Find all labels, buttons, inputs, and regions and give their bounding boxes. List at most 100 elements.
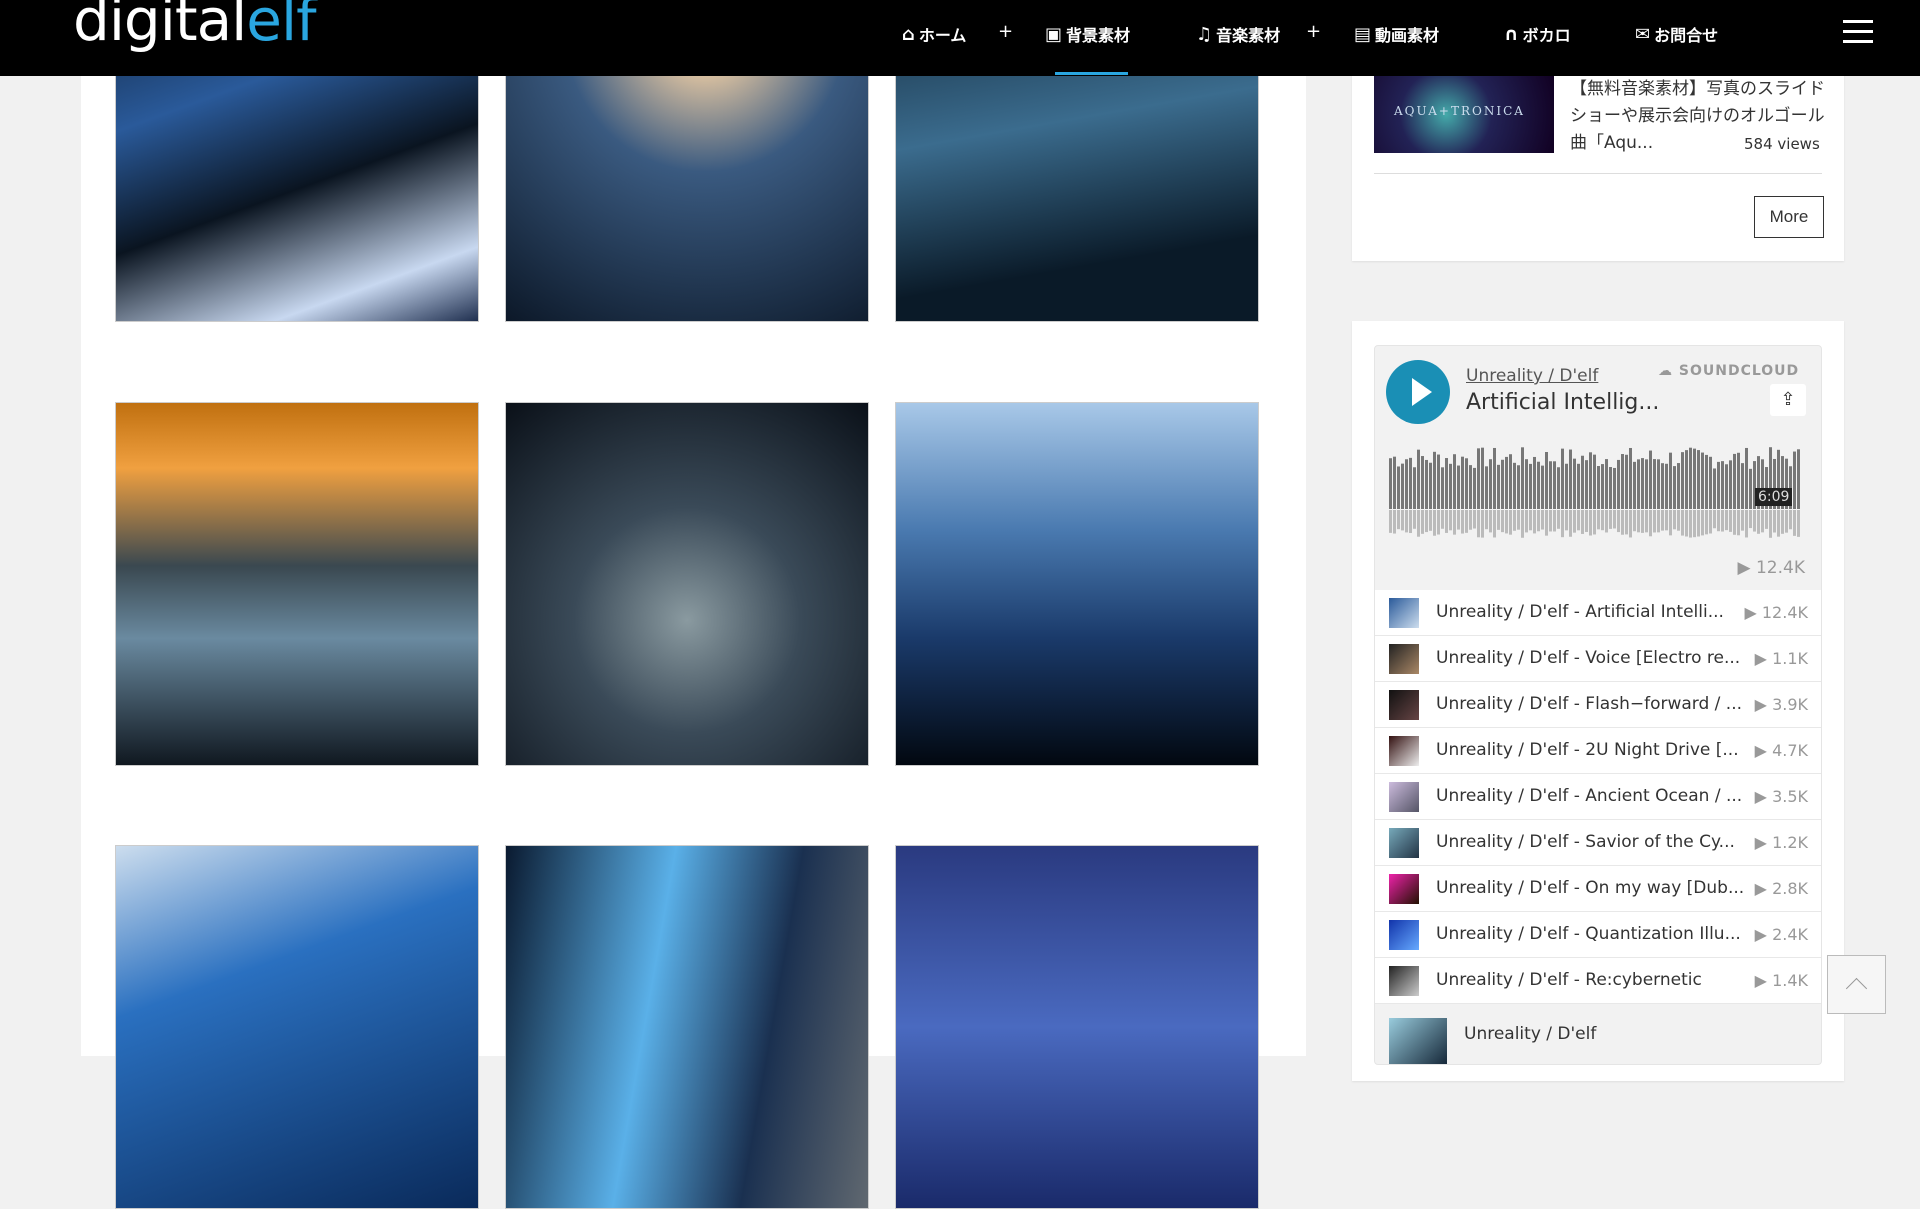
waveform-bar — [1733, 453, 1736, 509]
waveform-bar — [1473, 467, 1476, 509]
hamburger-menu-icon[interactable] — [1843, 20, 1873, 44]
play-button[interactable] — [1386, 360, 1450, 424]
waveform-bar-reflection — [1577, 510, 1580, 531]
waveform-bar-reflection — [1541, 510, 1544, 530]
waveform-bar-reflection — [1685, 510, 1688, 537]
waveform-bar — [1709, 456, 1712, 509]
waveform-bar-reflection — [1437, 510, 1440, 535]
submenu-expand-icon[interactable]: + — [998, 21, 1013, 42]
waveform-bar — [1477, 448, 1480, 509]
scroll-to-top-button[interactable] — [1827, 955, 1886, 1014]
waveform-bar — [1685, 450, 1688, 509]
waveform-bar-reflection — [1705, 510, 1708, 535]
track-row-plays: ▶ 12.4K — [1744, 603, 1808, 622]
waveform-bar-reflection — [1789, 510, 1792, 530]
nav-item-5[interactable]: ✉ お問合せ — [1635, 22, 1718, 46]
track-row[interactable]: Unreality / D'elf - Re:cybernetic ▶ 1.4K — [1375, 958, 1821, 1004]
waveform-bar — [1745, 447, 1748, 509]
waveform-bar-reflection — [1573, 510, 1576, 533]
track-list: Unreality / D'elf - Artificial Intelli..… — [1375, 590, 1821, 1004]
waveform-bar-reflection — [1677, 510, 1680, 531]
waveform-bar-reflection — [1565, 510, 1568, 531]
gallery-image[interactable] — [895, 402, 1259, 766]
gallery-image[interactable] — [505, 845, 869, 1209]
waveform-bar-reflection — [1757, 510, 1760, 534]
waveform-bar — [1489, 459, 1492, 509]
track-row[interactable]: Unreality / D'elf - 2U Night Drive [... ▶… — [1375, 728, 1821, 774]
track-title[interactable]: Artificial Intellig... — [1466, 390, 1659, 415]
waveform-bar — [1569, 449, 1572, 509]
track-row-plays: ▶ 3.5K — [1754, 787, 1808, 806]
gallery-image[interactable] — [115, 845, 479, 1209]
waveform-bar — [1657, 459, 1660, 509]
waveform-bar — [1541, 465, 1544, 509]
share-icon[interactable]: ⇪ — [1770, 384, 1806, 416]
waveform-bar-reflection — [1729, 510, 1732, 532]
nav-item-3[interactable]: ▤ 動画素材 — [1354, 22, 1439, 46]
track-row-plays: ▶ 3.9K — [1754, 695, 1808, 714]
waveform-bar-reflection — [1609, 510, 1612, 529]
waveform-bar — [1721, 461, 1724, 509]
waveform-bar — [1557, 467, 1560, 509]
waveform-bar-reflection — [1697, 510, 1700, 537]
nav-item-2[interactable]: ♫ 音楽素材 — [1196, 22, 1280, 46]
gallery-image[interactable] — [895, 845, 1259, 1209]
waveform-bar-reflection — [1421, 510, 1424, 534]
post-thumbnail[interactable]: AQUA+TRONICA — [1374, 76, 1554, 153]
waveform-bar-reflection — [1797, 510, 1800, 537]
track-row[interactable]: Unreality / D'elf - On my way [Dub... ▶ 2… — [1375, 866, 1821, 912]
waveform-bar — [1629, 447, 1632, 509]
nav-item-0[interactable]: ⌂ ホーム — [902, 22, 966, 46]
waveform-bar-reflection — [1389, 510, 1392, 533]
waveform-bar-reflection — [1617, 510, 1620, 533]
waveform-bar — [1621, 454, 1624, 509]
track-thumbnail — [1389, 598, 1419, 628]
track-row-plays: ▶ 1.4K — [1754, 971, 1808, 990]
waveform-bar-reflection — [1397, 510, 1400, 530]
waveform-bar-reflection — [1613, 510, 1616, 529]
waveform-bar — [1493, 447, 1496, 509]
waveform-bar-reflection — [1553, 510, 1556, 532]
waveform[interactable] — [1389, 441, 1805, 541]
waveform-bar — [1741, 463, 1744, 509]
artist-link[interactable]: Unreality / D'elf — [1466, 366, 1598, 386]
gallery-image[interactable] — [505, 402, 869, 766]
waveform-bar — [1689, 447, 1692, 509]
soundcloud-logo[interactable]: ☁ SOUNDCLOUD — [1658, 363, 1799, 379]
gallery-image[interactable] — [115, 402, 479, 766]
waveform-bar-reflection — [1469, 510, 1472, 530]
waveform-bar-reflection — [1493, 510, 1496, 538]
more-button[interactable]: More — [1754, 196, 1824, 238]
waveform-bar-reflection — [1641, 510, 1644, 533]
artist-avatar[interactable] — [1389, 1018, 1447, 1064]
waveform-bar-reflection — [1597, 510, 1600, 530]
content-area — [81, 0, 1306, 1209]
waveform-bar-reflection — [1429, 510, 1432, 531]
waveform-bar-reflection — [1505, 510, 1508, 534]
site-logo[interactable]: digitalelf — [73, 0, 316, 54]
track-row[interactable]: Unreality / D'elf - Flash−forward / ... ▶… — [1375, 682, 1821, 728]
track-row-plays: ▶ 1.1K — [1754, 649, 1808, 668]
cloud-icon: ☁ — [1658, 363, 1679, 379]
track-row[interactable]: Unreality / D'elf - Savior of the Cy... ▶… — [1375, 820, 1821, 866]
waveform-bar-reflection — [1473, 510, 1476, 529]
waveform-bar — [1649, 450, 1652, 509]
track-row[interactable]: Unreality / D'elf - Voice [Electro re...… — [1375, 636, 1821, 682]
nav-item-1[interactable]: ▣ 背景素材 — [1045, 22, 1130, 46]
track-row[interactable]: Unreality / D'elf - Ancient Ocean / ... ▶… — [1375, 774, 1821, 820]
waveform-bar-reflection — [1497, 510, 1500, 530]
waveform-bar — [1637, 459, 1640, 509]
track-row-title: Unreality / D'elf - Quantization Illu... — [1436, 924, 1741, 944]
nav-item-4[interactable]: ∩ ボカロ — [1504, 22, 1571, 46]
submenu-expand-icon[interactable]: + — [1306, 21, 1321, 42]
waveform-bar — [1445, 458, 1448, 509]
waveform-bar — [1533, 456, 1536, 509]
waveform-bar-reflection — [1457, 510, 1460, 530]
waveform-bar-reflection — [1769, 510, 1772, 538]
footer-artist[interactable]: Unreality / D'elf — [1464, 1024, 1596, 1044]
waveform-bar — [1681, 452, 1684, 509]
waveform-bar — [1417, 449, 1420, 509]
track-row[interactable]: Unreality / D'elf - Artificial Intelli..… — [1375, 590, 1821, 636]
track-thumbnail — [1389, 644, 1419, 674]
track-row[interactable]: Unreality / D'elf - Quantization Illu...… — [1375, 912, 1821, 958]
